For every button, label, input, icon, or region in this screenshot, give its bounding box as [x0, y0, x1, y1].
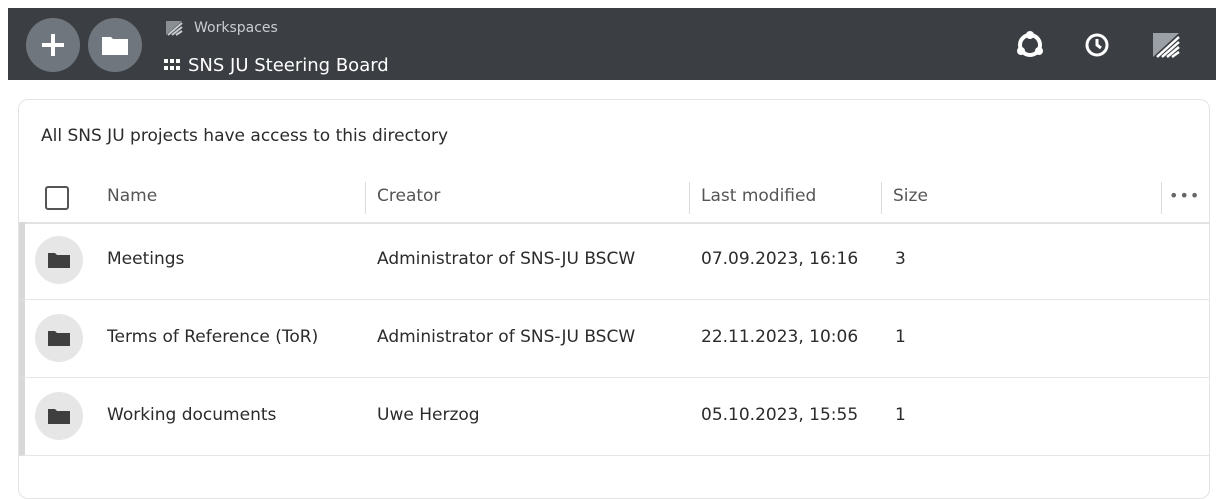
column-divider[interactable] [1161, 182, 1162, 214]
row-name[interactable]: Working documents [107, 405, 276, 425]
support-icon [1017, 31, 1043, 57]
row-size: 1 [895, 327, 906, 347]
row-size: 3 [895, 249, 906, 269]
row-creator: Uwe Herzog [377, 405, 480, 425]
row-creator: Administrator of SNS-JU BSCW [377, 249, 636, 269]
folder-panel: All SNS JU projects have access to this … [18, 99, 1210, 499]
table-row[interactable]: Meetings Administrator of SNS-JU BSCW 07… [19, 222, 1209, 300]
breadcrumb-parent-link[interactable]: Workspaces [164, 18, 389, 38]
add-icon [42, 34, 64, 56]
support-button[interactable] [1015, 30, 1045, 60]
page-title-row: SNS JU Steering Board [164, 52, 389, 78]
row-last-modified: 22.11.2023, 10:06 [701, 327, 859, 347]
history-button[interactable] [1082, 30, 1112, 60]
table-row[interactable]: Terms of Reference (ToR) Administrator o… [19, 300, 1209, 378]
add-button[interactable] [26, 18, 80, 72]
grid-icon [164, 59, 180, 70]
folder-description: All SNS JU projects have access to this … [41, 126, 449, 146]
column-header-last-modified[interactable]: Last modified [701, 186, 816, 206]
column-header-creator[interactable]: Creator [377, 186, 440, 206]
folder-icon [35, 392, 83, 440]
column-header-name[interactable]: Name [107, 186, 157, 206]
row-creator: Administrator of SNS-JU BSCW [377, 327, 636, 347]
table-header: Name Creator Last modified Size ••• [19, 180, 1209, 224]
bscw-logo-icon [1153, 33, 1180, 59]
workspaces-logo-icon [166, 21, 183, 36]
top-bar: Workspaces SNS JU Steering Board [8, 8, 1216, 80]
row-name[interactable]: Meetings [107, 249, 184, 269]
page-title: SNS JU Steering Board [188, 54, 389, 76]
more-options-icon[interactable]: ••• [1169, 186, 1200, 205]
column-header-size[interactable]: Size [893, 186, 928, 206]
history-icon [1085, 33, 1109, 57]
breadcrumb: Workspaces SNS JU Steering Board [164, 18, 389, 78]
row-last-modified: 05.10.2023, 15:55 [701, 405, 859, 425]
row-size: 1 [895, 405, 906, 425]
folder-icon [102, 37, 128, 55]
row-name[interactable]: Terms of Reference (ToR) [107, 327, 318, 347]
table-row[interactable]: Working documents Uwe Herzog 05.10.2023,… [19, 378, 1209, 456]
row-last-modified: 07.09.2023, 16:16 [701, 249, 859, 269]
bscw-logo[interactable] [1151, 30, 1181, 60]
folder-icon [35, 314, 83, 362]
folder-icon [35, 236, 83, 284]
column-divider[interactable] [365, 182, 366, 214]
select-all-checkbox[interactable] [45, 186, 69, 210]
column-divider[interactable] [881, 182, 882, 214]
breadcrumb-parent-label: Workspaces [194, 20, 278, 36]
column-divider[interactable] [689, 182, 690, 214]
folder-button[interactable] [88, 18, 142, 72]
